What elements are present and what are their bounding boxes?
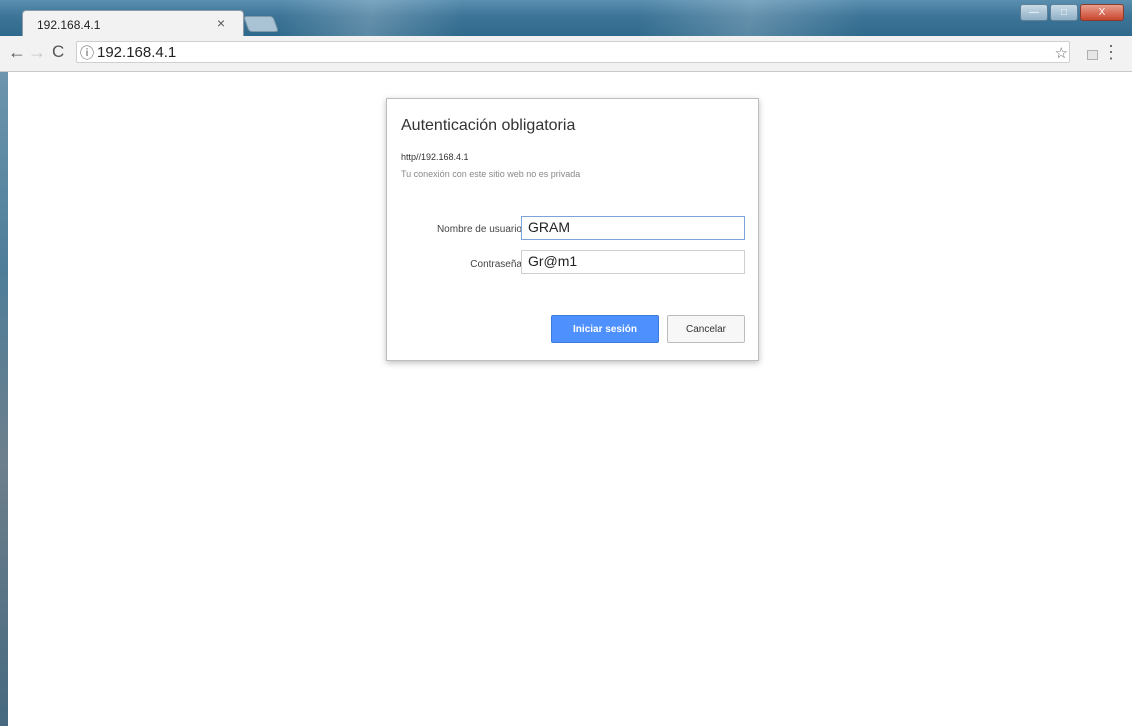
minimize-button[interactable]: — <box>1020 4 1048 21</box>
window-titlebar: 192.168.4.1 × — □ X <box>0 0 1132 36</box>
titlebar-decoration <box>280 0 460 36</box>
tab-close-icon[interactable]: × <box>217 15 225 31</box>
site-info-icon[interactable]: ⓘ <box>80 43 94 63</box>
username-field[interactable]: GRAM <box>521 216 745 240</box>
close-window-button[interactable]: X <box>1080 4 1124 21</box>
titlebar-decoration <box>640 0 860 36</box>
auth-dialog: Autenticación obligatoria http//192.168.… <box>386 98 759 361</box>
signin-button[interactable]: Iniciar sesión <box>551 315 659 343</box>
address-bar[interactable]: ⓘ 192.168.4.1 <box>76 41 1070 63</box>
dialog-origin: http//192.168.4.1 <box>401 152 469 162</box>
tab-title: 192.168.4.1 <box>37 18 101 32</box>
browser-toolbar: ← → C ⓘ 192.168.4.1 ☆ ⋮ <box>0 36 1132 72</box>
window-left-border <box>0 72 8 726</box>
forward-arrow-icon[interactable]: → <box>28 42 46 63</box>
dialog-privacy-warning: Tu conexión con este sitio web no es pri… <box>401 169 581 179</box>
back-arrow-icon[interactable]: ← <box>8 42 26 63</box>
extension-icon[interactable] <box>1087 50 1098 60</box>
username-label: Nombre de usuario <box>436 224 522 235</box>
browser-menu-icon[interactable]: ⋮ <box>1102 42 1120 63</box>
maximize-button[interactable]: □ <box>1050 4 1078 21</box>
new-tab-button[interactable] <box>243 16 279 32</box>
window-controls: — □ X <box>1020 4 1124 21</box>
password-label: Contraseña <box>470 259 522 270</box>
reload-icon[interactable]: C <box>52 42 64 62</box>
cancel-button[interactable]: Cancelar <box>667 315 745 343</box>
address-bar-url[interactable]: 192.168.4.1 <box>97 44 176 61</box>
dialog-title: Autenticación obligatoria <box>401 117 576 134</box>
browser-tab[interactable]: 192.168.4.1 × <box>22 10 244 36</box>
bookmark-star-icon[interactable]: ☆ <box>1055 44 1068 62</box>
password-field[interactable]: Gr@m1 <box>521 250 745 274</box>
